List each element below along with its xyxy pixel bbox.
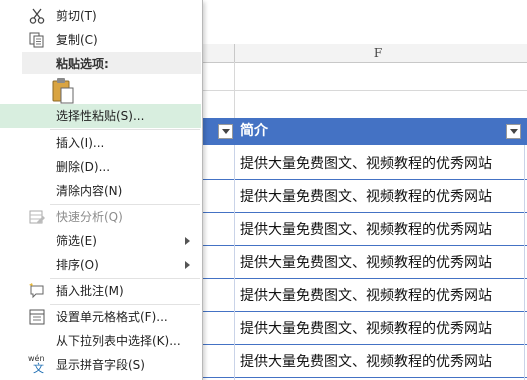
menu-item-insert-comment[interactable]: 插入批注(M)	[0, 279, 201, 303]
menu-item-label: 剪切(T)	[56, 9, 97, 23]
grid-line	[234, 62, 235, 118]
table-cell[interactable]: 提供大量免费图文、视频教程的优秀网站	[240, 252, 492, 272]
table-header-cell-intro[interactable]: 简介	[240, 118, 268, 145]
menu-item-label: 筛选(E)	[56, 234, 97, 248]
menu-item-format-cells[interactable]: 设置单元格格式(F)...	[0, 305, 201, 329]
table-cell[interactable]: 提供大量免费图文、视频教程的优秀网站	[240, 153, 492, 173]
comment-icon	[29, 283, 44, 299]
menu-item-label: 插入(I)...	[56, 136, 105, 150]
paste-options-label: 粘贴选项:	[56, 57, 109, 71]
submenu-arrow-icon	[185, 237, 190, 245]
table-cell[interactable]: 提供大量免费图文、视频教程的优秀网站	[240, 318, 492, 338]
menu-item-label: 复制(C)	[56, 33, 98, 47]
menu-item-label: 从下拉列表中选择(K)...	[56, 334, 181, 348]
phonetic-wen-icon: wén 文	[28, 354, 48, 376]
scissors-icon	[29, 8, 45, 24]
menu-item-label: 清除内容(N)	[56, 184, 123, 198]
quick-analysis-icon	[29, 210, 45, 224]
filter-dropdown-button[interactable]	[218, 124, 233, 139]
menu-item-delete[interactable]: 删除(D)...	[0, 155, 201, 179]
menu-item-label: 快速分析(Q)	[56, 210, 123, 224]
menu-item-insert[interactable]: 插入(I)...	[0, 131, 201, 155]
menu-item-label: 选择性粘贴(S)...	[56, 109, 145, 123]
column-letter-f[interactable]: F	[371, 45, 385, 61]
menu-item-label: 显示拼音字段(S)	[56, 358, 145, 372]
paste-options-header: 粘贴选项:	[22, 52, 201, 74]
menu-item-clear-contents[interactable]: 清除内容(N)	[0, 179, 201, 203]
menu-item-label: 设置单元格格式(F)...	[56, 310, 168, 324]
format-cells-icon	[29, 309, 45, 325]
copy-icon	[29, 32, 44, 48]
menu-item-pick-from-list[interactable]: 从下拉列表中选择(K)...	[0, 329, 201, 353]
phonetic-icon-text-bottom: 文	[33, 362, 44, 375]
menu-item-label: 删除(D)...	[56, 160, 111, 174]
submenu-arrow-icon	[185, 261, 190, 269]
table-cell[interactable]: 提供大量免费图文、视频教程的优秀网站	[240, 186, 492, 206]
menu-item-label: 插入批注(M)	[56, 284, 124, 298]
menu-item-filter[interactable]: 筛选(E)	[0, 229, 201, 253]
menu-item-label: 排序(O)	[56, 258, 99, 272]
menu-item-show-phonetic[interactable]: wén 文 显示拼音字段(S)	[0, 353, 201, 377]
menu-item-cut[interactable]: 剪切(T)	[0, 4, 201, 28]
menu-item-paste-special[interactable]: 选择性粘贴(S)...	[0, 104, 201, 128]
menu-item-quick-analysis[interactable]: 快速分析(Q)	[0, 205, 201, 229]
menu-separator	[50, 129, 200, 130]
menu-item-copy[interactable]: 复制(C)	[0, 28, 201, 52]
column-border	[524, 145, 525, 380]
column-border	[234, 145, 235, 380]
table-cell[interactable]: 提供大量免费图文、视频教程的优秀网站	[240, 219, 492, 239]
context-menu: 剪切(T) 复制(C) 粘贴选项: 选择性粘贴(S)... 插入(I)... 删…	[0, 0, 203, 380]
column-separator	[234, 44, 235, 62]
paste-clipboard-icon	[52, 78, 74, 104]
table-cell[interactable]: 提供大量免费图文、视频教程的优秀网站	[240, 285, 492, 305]
filter-dropdown-button[interactable]	[506, 124, 521, 139]
menu-item-sort[interactable]: 排序(O)	[0, 253, 201, 277]
table-cell[interactable]: 提供大量免费图文、视频教程的优秀网站	[240, 351, 492, 371]
paste-button[interactable]	[50, 77, 82, 105]
